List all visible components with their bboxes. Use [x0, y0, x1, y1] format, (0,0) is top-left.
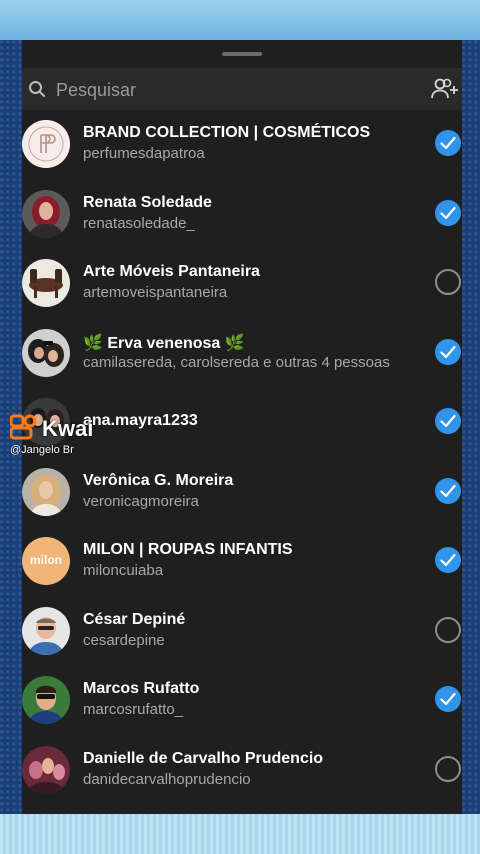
selected-checkbox[interactable] [435, 477, 461, 504]
search-icon [29, 81, 45, 97]
user-avatar [22, 189, 70, 238]
contact-username: danidecarvalhoprudencio [83, 770, 251, 788]
background-bottom [0, 814, 480, 854]
selected-checkbox[interactable] [435, 686, 461, 712]
furniture-avatar [22, 259, 70, 307]
contact-username: renatasoledade_ [83, 214, 195, 232]
add-people-icon[interactable] [430, 77, 460, 101]
contact-name: 🌿 Erva venenosa 🌿 [83, 334, 245, 352]
list-item[interactable]: Renata Soledade renatasoledade_ [22, 180, 462, 250]
user-avatar [22, 676, 70, 724]
group-avatar [22, 328, 70, 377]
contact-name: Renata Soledade [83, 193, 212, 211]
contact-name: Arte Móveis Pantaneira [83, 263, 260, 280]
unselected-checkbox[interactable] [435, 269, 461, 295]
contact-name: Danielle de Carvalho Prudencio [83, 749, 324, 767]
kwai-watermark: Kwai @Jangelo Br [10, 410, 120, 460]
contact-username: perfumesdapatroa [83, 145, 205, 162]
contact-name: BRAND COLLECTION | COSMÉTICOS [83, 124, 371, 141]
contact-username: artemoveispantaneira [83, 284, 228, 301]
list-item[interactable]: Verônica G. Moreira veronicagmoreira [22, 458, 462, 528]
contact-username: veronicagmoreira [83, 492, 199, 510]
selected-checkbox[interactable] [435, 547, 461, 573]
brand-logo-avatar [22, 120, 70, 168]
watermark-brand: Kwai [42, 416, 94, 441]
watermark-user: @Jangelo Br [10, 444, 74, 456]
search-bar [22, 68, 462, 110]
selected-checkbox[interactable] [435, 199, 461, 226]
kwai-logo-icon [10, 414, 37, 440]
milon-logo-avatar: milon [22, 537, 70, 585]
contact-username: marcosrufatto_ [83, 701, 184, 718]
contact-username: camilasereda, carolsereda e outras 4 pes… [83, 353, 390, 371]
list-item[interactable]: Marcos Rufatto marcosrufatto_ [22, 666, 462, 736]
unselected-checkbox[interactable] [435, 616, 461, 643]
user-avatar [22, 745, 70, 794]
list-item[interactable]: Danielle de Carvalho Prudencio danidecar… [22, 736, 462, 806]
contact-name: Verônica G. Moreira [83, 471, 234, 489]
user-avatar [22, 606, 70, 655]
list-item[interactable]: Arte Móveis Pantaneira artemoveispantane… [22, 249, 462, 319]
selected-checkbox[interactable] [435, 338, 461, 365]
contact-username: miloncuiaba [83, 562, 164, 579]
list-item[interactable]: 🌿 Erva venenosa 🌿 camilasereda, carolser… [22, 319, 462, 389]
milon-logo-text: milon [30, 553, 62, 567]
selected-checkbox[interactable] [435, 408, 461, 434]
contact-name: MILON | ROUPAS INFANTIS [83, 541, 293, 558]
unselected-checkbox[interactable] [435, 755, 461, 782]
user-avatar [22, 467, 70, 516]
contact-username: cesardepine [83, 631, 165, 649]
list-item[interactable]: BRAND COLLECTION | COSMÉTICOS perfumesda… [22, 110, 462, 180]
list-item[interactable]: milon MILON | ROUPAS INFANTIS miloncuiab… [22, 527, 462, 597]
background-top [0, 0, 480, 40]
background-right [462, 40, 480, 814]
contact-name: César Depiné [83, 610, 186, 628]
search-input[interactable] [54, 76, 418, 104]
selected-checkbox[interactable] [435, 130, 461, 156]
list-item[interactable]: César Depiné cesardepine [22, 597, 462, 667]
sheet-drag-handle[interactable] [222, 52, 262, 56]
contact-name: Marcos Rufatto [83, 680, 200, 697]
